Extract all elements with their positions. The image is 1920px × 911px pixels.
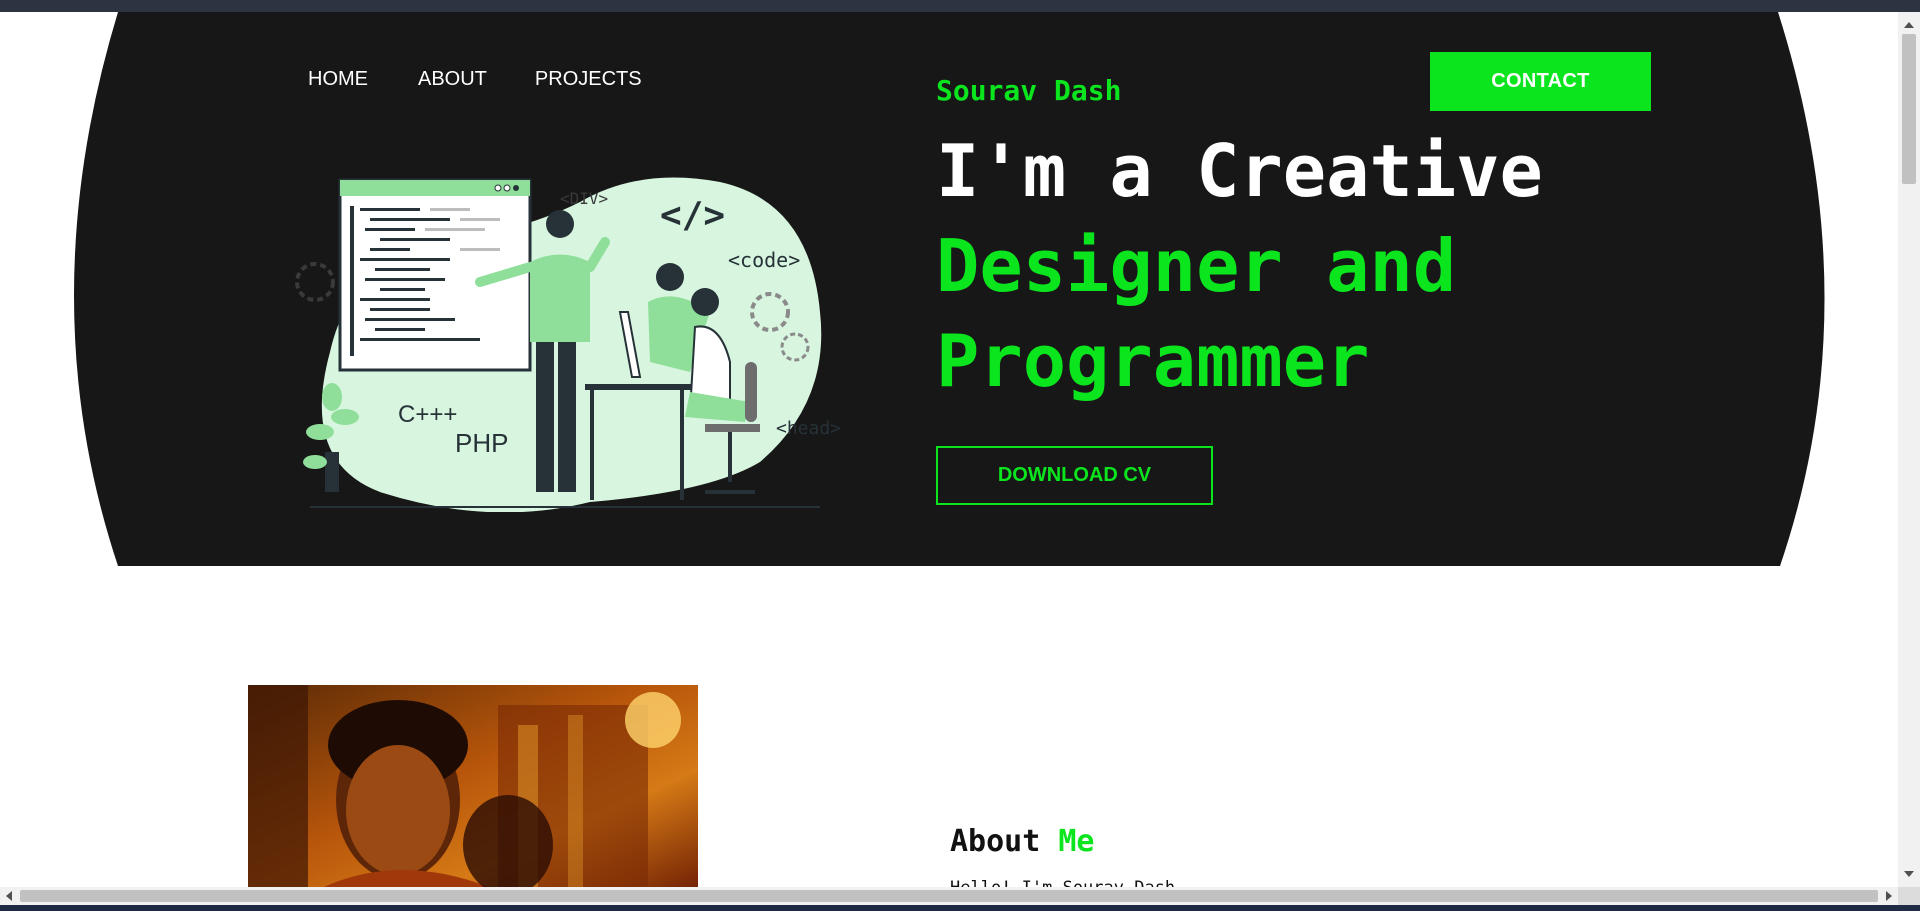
- about-intro: Hello! I'm Sourav Dash: [950, 878, 1175, 887]
- horizontal-scrollbar[interactable]: [0, 887, 1898, 905]
- illus-head-tag: <head>: [776, 418, 840, 439]
- scroll-down-arrow-icon[interactable]: [1904, 871, 1914, 877]
- hero-illustration: <DIV> </> <code> <head> C+++ PHP: [290, 162, 841, 513]
- nav-projects-link[interactable]: PROJECTS: [535, 68, 642, 91]
- hero-title-line-3: Programmer: [936, 319, 1370, 403]
- hero-name: Sourav Dash: [936, 74, 1122, 107]
- hero-title-line-1: I'm a Creative: [936, 129, 1543, 213]
- illus-php-label: PHP: [455, 428, 508, 458]
- browser-top-strip: [0, 0, 1920, 12]
- illus-code-tag: <code>: [728, 248, 800, 272]
- scroll-up-arrow-icon[interactable]: [1904, 22, 1914, 28]
- nav-about-link[interactable]: ABOUT: [418, 68, 487, 91]
- nav-home-link[interactable]: HOME: [308, 68, 368, 91]
- about-heading: About Me: [950, 824, 1095, 859]
- vertical-scroll-thumb[interactable]: [1902, 34, 1916, 184]
- illus-code-symbol: </>: [660, 195, 725, 236]
- scroll-left-arrow-icon[interactable]: [6, 891, 12, 901]
- taskbar-strip: [0, 905, 1920, 911]
- scroll-right-arrow-icon[interactable]: [1886, 891, 1892, 901]
- illus-div-tag: <DIV>: [560, 189, 608, 208]
- horizontal-scroll-thumb[interactable]: [20, 890, 1878, 902]
- about-photo: [248, 685, 698, 887]
- main-nav: HOME ABOUT PROJECTS: [308, 68, 692, 91]
- hero-title-line-2: Designer and: [936, 224, 1457, 308]
- contact-button[interactable]: CONTACT: [1430, 52, 1651, 111]
- about-heading-word-2: Me: [1058, 824, 1095, 859]
- hero-title: I'm a Creative Designer and Programmer: [936, 124, 1543, 409]
- page-viewport: HOME ABOUT PROJECTS CONTACT <DIV> </> <c…: [0, 12, 1898, 887]
- download-cv-button[interactable]: DOWNLOAD CV: [936, 446, 1213, 505]
- illus-cpp-label: C+++: [398, 401, 457, 428]
- vertical-scrollbar[interactable]: [1898, 12, 1920, 887]
- scrollbar-corner: [1898, 887, 1920, 905]
- about-heading-word-1: About: [950, 824, 1041, 859]
